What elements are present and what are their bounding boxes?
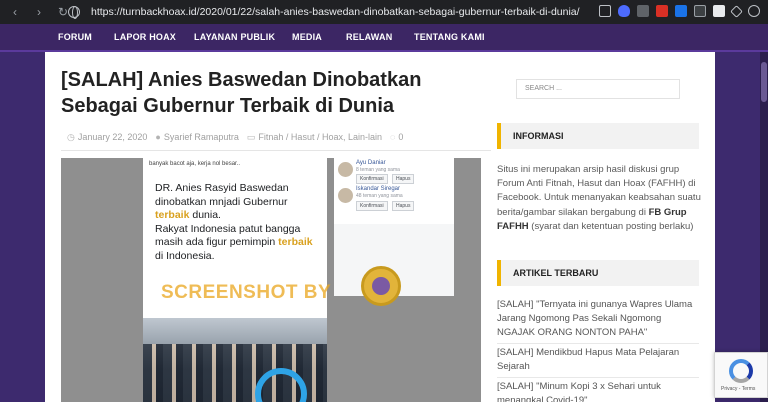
nav-forum[interactable]: FORUM <box>58 24 92 50</box>
accent-bar <box>497 123 501 149</box>
divider <box>497 377 699 378</box>
date-text[interactable]: January 22, 2020 <box>78 132 148 142</box>
accent-bar <box>497 260 501 286</box>
camera-icon[interactable] <box>599 5 611 17</box>
friend-name: Ayu Daniar <box>356 160 386 166</box>
avatar <box>338 162 353 177</box>
globe-icon <box>68 6 80 19</box>
fafhh-seal-logo <box>361 266 401 306</box>
widget-informasi-header: INFORMASI <box>497 123 699 149</box>
widget-artikel-header: ARTIKEL TERBARU <box>497 260 699 286</box>
user-icon: ● <box>155 132 161 142</box>
confirm-button: Konfirmasi <box>356 174 388 184</box>
friend-name: Iskandar Siregar <box>356 186 401 192</box>
confirm-button: Konfirmasi <box>356 201 388 211</box>
puzzle-icon[interactable] <box>748 5 760 17</box>
scrollbar-thumb[interactable] <box>761 62 767 102</box>
bookmark-icon[interactable] <box>675 5 687 17</box>
scrollbar[interactable] <box>760 52 768 402</box>
nav-media[interactable]: MEDIA <box>292 24 322 50</box>
meta-comments: ◌ 0 <box>390 132 403 142</box>
watermark-text: SCREENSHOT BY <box>161 282 332 303</box>
featured-image[interactable]: banyak bacot aja, kerja nol besar.. DR. … <box>61 158 481 402</box>
meta-date: ◷ January 22, 2020 <box>67 132 147 143</box>
friend-mutual: 8 teman yang sama <box>356 167 400 173</box>
recaptcha-links[interactable]: Privacy - Terms <box>721 386 755 392</box>
info-text: Situs ini merupakan arsip hasil diskusi … <box>497 164 701 232</box>
categories-text[interactable]: Fitnah / Hasut / Hoax, Lain-lain <box>258 132 382 142</box>
clock-icon: ◷ <box>67 131 75 142</box>
browser-toolbar: ‹ › ↻ https://turnbackhoax.id/2020/01/22… <box>0 0 768 24</box>
article-link[interactable]: [SALAH] Mendikbud Hapus Mata Pelajaran S… <box>497 346 701 374</box>
nav-lapor-hoax[interactable]: LAPOR HOAX <box>114 24 176 50</box>
article-title: [SALAH] Anies Baswedan Dinobatkan Sebaga… <box>61 69 422 117</box>
recaptcha-badge[interactable]: Privacy - Terms <box>714 352 768 398</box>
cube-icon[interactable] <box>730 4 743 18</box>
wappalyzer-icon[interactable] <box>713 5 725 17</box>
article-meta: ◷ January 22, 2020 ● Syarief Ramaputra ▭… <box>67 131 411 143</box>
translate-icon[interactable] <box>694 5 706 17</box>
delete-button: Hapus <box>392 201 415 211</box>
friend-mutual: 48 teman yang sama <box>356 193 403 199</box>
widget-title: INFORMASI <box>513 131 564 141</box>
article-link[interactable]: [SALAH] "Ternyata ini gunanya Wapres Ula… <box>497 298 701 340</box>
author-text[interactable]: Syarief Ramaputra <box>164 132 239 142</box>
search-input[interactable]: SEARCH ... <box>516 79 680 99</box>
avatar <box>338 188 353 203</box>
forward-button[interactable]: › <box>30 0 48 24</box>
extension-icons <box>599 4 760 18</box>
nav-relawan[interactable]: RELAWAN <box>346 24 392 50</box>
site-navigation: FORUM LAPOR HOAX LAYANAN PUBLIK MEDIA RE… <box>0 24 768 52</box>
post-text: DR. Anies Rasyid Baswedan dinobatkan mnj… <box>155 182 313 262</box>
recaptcha-icon <box>729 359 753 383</box>
divider <box>61 150 491 151</box>
article-link[interactable]: [SALAH] "Minum Kopi 3 x Sehari untuk men… <box>497 380 701 402</box>
back-button[interactable]: ‹ <box>6 0 24 24</box>
url-text[interactable]: https://turnbackhoax.id/2020/01/22/salah… <box>91 6 580 18</box>
meta-author: ● Syarief Ramaputra <box>155 132 238 142</box>
address-bar[interactable]: https://turnbackhoax.id/2020/01/22/salah… <box>68 3 610 21</box>
pdf-icon[interactable] <box>656 5 668 17</box>
folder-icon: ▭ <box>246 131 256 142</box>
post-snippet: banyak bacot aja, kerja nol besar.. <box>149 161 241 167</box>
divider <box>497 343 699 344</box>
comments-count[interactable]: 0 <box>398 132 403 142</box>
meta-categories: ▭ Fitnah / Hasut / Hoax, Lain-lain <box>247 132 382 143</box>
shield-icon[interactable] <box>618 5 630 17</box>
comment-icon: ◌ <box>389 132 396 142</box>
page-content: [SALAH] Anies Baswedan Dinobatkan Sebaga… <box>45 52 715 402</box>
nav-layanan-publik[interactable]: LAYANAN PUBLIK <box>194 24 275 50</box>
group-photo <box>143 318 327 402</box>
widget-title: ARTIKEL TERBARU <box>513 268 599 278</box>
extension-icon[interactable] <box>637 5 649 17</box>
nav-tentang-kami[interactable]: TENTANG KAMI <box>414 24 485 50</box>
delete-button: Hapus <box>392 174 415 184</box>
